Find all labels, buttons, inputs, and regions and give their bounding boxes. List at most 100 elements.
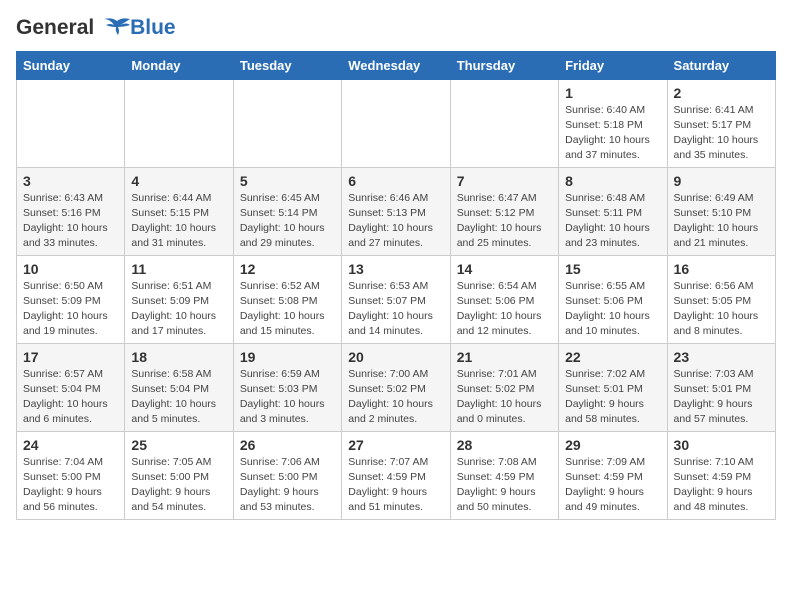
calendar-cell: 9 Sunrise: 6:49 AM Sunset: 5:10 PM Daylig…	[667, 168, 775, 256]
calendar-cell: 21Sunrise: 7:01 AM Sunset: 5:02 PM Dayli…	[450, 344, 558, 432]
day-info: Sunrise: 6:58 AM Sunset: 5:04 PM Dayligh…	[131, 367, 226, 426]
logo-line2: Blue	[130, 16, 176, 39]
day-info: Sunrise: 6:47 AM Sunset: 5:12 PM Dayligh…	[457, 191, 552, 250]
day-info: Sunrise: 7:00 AM Sunset: 5:02 PM Dayligh…	[348, 367, 443, 426]
column-header-saturday: Saturday	[667, 52, 775, 80]
calendar-cell: 22 Sunrise: 7:02 AM Sunset: 5:01 PM Dayli…	[559, 344, 667, 432]
day-info: Sunrise: 6:40 AM Sunset: 5:18 PM Dayligh…	[565, 103, 660, 162]
calendar-cell: 8 Sunrise: 6:48 AM Sunset: 5:11 PM Daylig…	[559, 168, 667, 256]
column-header-friday: Friday	[559, 52, 667, 80]
calendar-cell: 4 Sunrise: 6:44 AM Sunset: 5:15 PM Daylig…	[125, 168, 233, 256]
calendar-cell: 18 Sunrise: 6:58 AM Sunset: 5:04 PM Dayli…	[125, 344, 233, 432]
day-number: 25	[131, 437, 226, 453]
calendar-cell: 20Sunrise: 7:00 AM Sunset: 5:02 PM Dayli…	[342, 344, 450, 432]
day-info: Sunrise: 7:06 AM Sunset: 5:00 PM Dayligh…	[240, 455, 335, 514]
day-info: Sunrise: 7:09 AM Sunset: 4:59 PM Dayligh…	[565, 455, 660, 514]
day-number: 18	[131, 349, 226, 365]
calendar-cell: 23Sunrise: 7:03 AM Sunset: 5:01 PM Dayli…	[667, 344, 775, 432]
day-info: Sunrise: 6:45 AM Sunset: 5:14 PM Dayligh…	[240, 191, 335, 250]
day-info: Sunrise: 6:59 AM Sunset: 5:03 PM Dayligh…	[240, 367, 335, 426]
calendar-week-row: 1 Sunrise: 6:40 AM Sunset: 5:18 PM Daylig…	[17, 80, 776, 168]
calendar-cell: 14 Sunrise: 6:54 AM Sunset: 5:06 PM Dayli…	[450, 256, 558, 344]
column-header-thursday: Thursday	[450, 52, 558, 80]
day-number: 27	[348, 437, 443, 453]
column-header-sunday: Sunday	[17, 52, 125, 80]
logo: General Blue	[16, 16, 176, 39]
day-number: 7	[457, 173, 552, 189]
day-info: Sunrise: 7:05 AM Sunset: 5:00 PM Dayligh…	[131, 455, 226, 514]
day-number: 4	[131, 173, 226, 189]
logo-line1: General	[16, 16, 94, 39]
day-info: Sunrise: 6:50 AM Sunset: 5:09 PM Dayligh…	[23, 279, 118, 338]
calendar-cell: 28 Sunrise: 7:08 AM Sunset: 4:59 PM Dayli…	[450, 432, 558, 520]
calendar-cell: 3Sunrise: 6:43 AM Sunset: 5:16 PM Daylig…	[17, 168, 125, 256]
day-number: 21	[457, 349, 552, 365]
calendar-cell: 19Sunrise: 6:59 AM Sunset: 5:03 PM Dayli…	[233, 344, 341, 432]
day-number: 6	[348, 173, 443, 189]
calendar-cell: 5 Sunrise: 6:45 AM Sunset: 5:14 PM Daylig…	[233, 168, 341, 256]
day-number: 22	[565, 349, 660, 365]
calendar-cell: 11 Sunrise: 6:51 AM Sunset: 5:09 PM Dayli…	[125, 256, 233, 344]
day-info: Sunrise: 7:10 AM Sunset: 4:59 PM Dayligh…	[674, 455, 769, 514]
calendar-cell: 6 Sunrise: 6:46 AM Sunset: 5:13 PM Daylig…	[342, 168, 450, 256]
day-number: 15	[565, 261, 660, 277]
day-number: 29	[565, 437, 660, 453]
calendar-cell: 13Sunrise: 6:53 AM Sunset: 5:07 PM Dayli…	[342, 256, 450, 344]
column-header-wednesday: Wednesday	[342, 52, 450, 80]
calendar-week-row: 10 Sunrise: 6:50 AM Sunset: 5:09 PM Dayli…	[17, 256, 776, 344]
day-info: Sunrise: 6:53 AM Sunset: 5:07 PM Dayligh…	[348, 279, 443, 338]
day-info: Sunrise: 6:54 AM Sunset: 5:06 PM Dayligh…	[457, 279, 552, 338]
calendar-cell: 2 Sunrise: 6:41 AM Sunset: 5:17 PM Daylig…	[667, 80, 775, 168]
calendar-cell: 24Sunrise: 7:04 AM Sunset: 5:00 PM Dayli…	[17, 432, 125, 520]
day-info: Sunrise: 6:56 AM Sunset: 5:05 PM Dayligh…	[674, 279, 769, 338]
calendar-cell: 25 Sunrise: 7:05 AM Sunset: 5:00 PM Dayli…	[125, 432, 233, 520]
day-number: 1	[565, 85, 660, 101]
day-number: 8	[565, 173, 660, 189]
day-info: Sunrise: 6:51 AM Sunset: 5:09 PM Dayligh…	[131, 279, 226, 338]
calendar-cell: 26 Sunrise: 7:06 AM Sunset: 5:00 PM Dayli…	[233, 432, 341, 520]
calendar-cell: 1 Sunrise: 6:40 AM Sunset: 5:18 PM Daylig…	[559, 80, 667, 168]
calendar-cell: 15Sunrise: 6:55 AM Sunset: 5:06 PM Dayli…	[559, 256, 667, 344]
day-number: 12	[240, 261, 335, 277]
column-header-monday: Monday	[125, 52, 233, 80]
day-info: Sunrise: 6:43 AM Sunset: 5:16 PM Dayligh…	[23, 191, 118, 250]
day-number: 2	[674, 85, 769, 101]
day-info: Sunrise: 6:52 AM Sunset: 5:08 PM Dayligh…	[240, 279, 335, 338]
day-number: 17	[23, 349, 118, 365]
calendar-cell: 16Sunrise: 6:56 AM Sunset: 5:05 PM Dayli…	[667, 256, 775, 344]
calendar-week-row: 24Sunrise: 7:04 AM Sunset: 5:00 PM Dayli…	[17, 432, 776, 520]
page-header: General Blue	[16, 16, 776, 39]
calendar-table: SundayMondayTuesdayWednesdayThursdayFrid…	[16, 51, 776, 520]
day-number: 5	[240, 173, 335, 189]
day-info: Sunrise: 6:41 AM Sunset: 5:17 PM Dayligh…	[674, 103, 769, 162]
day-info: Sunrise: 6:44 AM Sunset: 5:15 PM Dayligh…	[131, 191, 226, 250]
day-number: 26	[240, 437, 335, 453]
calendar-header-row: SundayMondayTuesdayWednesdayThursdayFrid…	[17, 52, 776, 80]
day-info: Sunrise: 6:46 AM Sunset: 5:13 PM Dayligh…	[348, 191, 443, 250]
day-number: 30	[674, 437, 769, 453]
calendar-cell: 7 Sunrise: 6:47 AM Sunset: 5:12 PM Daylig…	[450, 168, 558, 256]
day-number: 11	[131, 261, 226, 277]
calendar-cell: 10 Sunrise: 6:50 AM Sunset: 5:09 PM Dayli…	[17, 256, 125, 344]
calendar-cell	[233, 80, 341, 168]
calendar-cell: 29 Sunrise: 7:09 AM Sunset: 4:59 PM Dayli…	[559, 432, 667, 520]
day-number: 14	[457, 261, 552, 277]
day-info: Sunrise: 6:49 AM Sunset: 5:10 PM Dayligh…	[674, 191, 769, 250]
day-info: Sunrise: 7:04 AM Sunset: 5:00 PM Dayligh…	[23, 455, 118, 514]
day-info: Sunrise: 7:02 AM Sunset: 5:01 PM Dayligh…	[565, 367, 660, 426]
day-number: 10	[23, 261, 118, 277]
day-info: Sunrise: 7:08 AM Sunset: 4:59 PM Dayligh…	[457, 455, 552, 514]
calendar-cell	[125, 80, 233, 168]
day-number: 23	[674, 349, 769, 365]
calendar-cell	[17, 80, 125, 168]
day-info: Sunrise: 6:48 AM Sunset: 5:11 PM Dayligh…	[565, 191, 660, 250]
calendar-week-row: 17 Sunrise: 6:57 AM Sunset: 5:04 PM Dayli…	[17, 344, 776, 432]
calendar-cell: 17 Sunrise: 6:57 AM Sunset: 5:04 PM Dayli…	[17, 344, 125, 432]
calendar-cell	[342, 80, 450, 168]
day-number: 28	[457, 437, 552, 453]
calendar-cell: 12 Sunrise: 6:52 AM Sunset: 5:08 PM Dayli…	[233, 256, 341, 344]
calendar-cell	[450, 80, 558, 168]
calendar-cell: 30 Sunrise: 7:10 AM Sunset: 4:59 PM Dayli…	[667, 432, 775, 520]
day-number: 9	[674, 173, 769, 189]
day-info: Sunrise: 6:57 AM Sunset: 5:04 PM Dayligh…	[23, 367, 118, 426]
